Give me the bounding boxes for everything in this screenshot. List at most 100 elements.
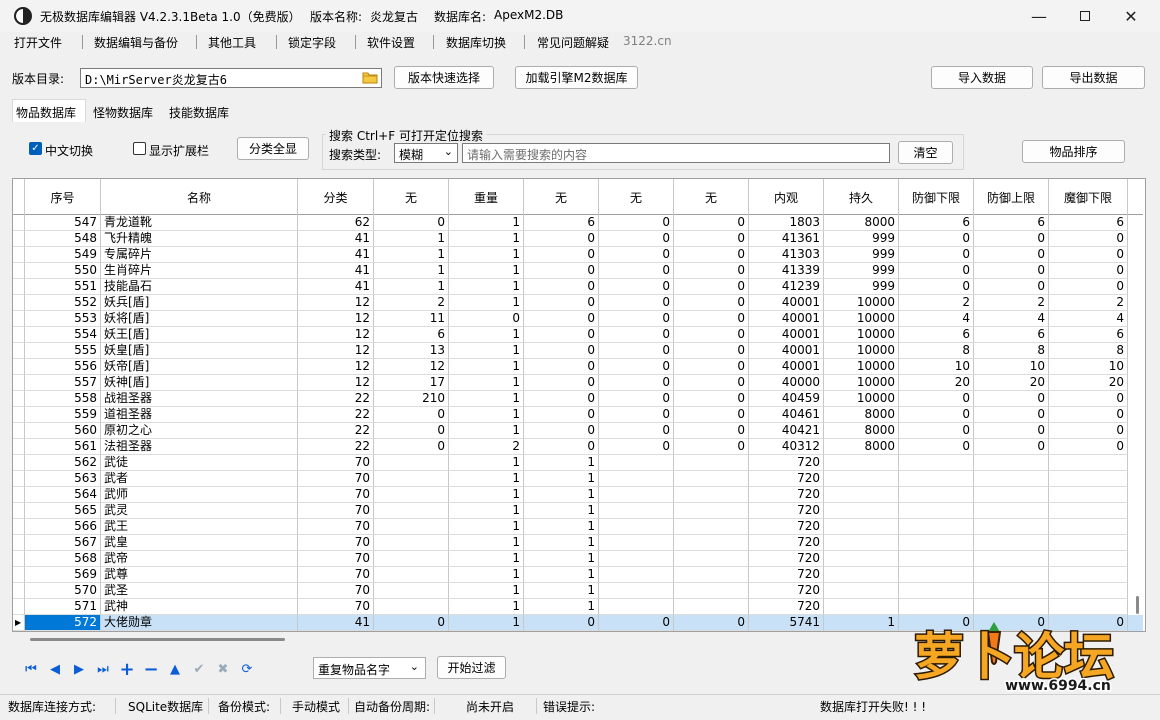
table-cell[interactable]: 70	[298, 551, 374, 567]
close-button[interactable]: ✕	[1108, 0, 1154, 32]
table-cell[interactable]: 0	[674, 375, 749, 391]
table-cell[interactable]: 568	[25, 551, 101, 567]
table-cell[interactable]: 6	[1049, 327, 1128, 343]
table-cell[interactable]: 567	[25, 535, 101, 551]
table-cell[interactable]	[974, 535, 1049, 551]
table-cell[interactable]: 564	[25, 487, 101, 503]
table-cell[interactable]	[899, 599, 974, 615]
table-row[interactable]: 567 武皇 70 1 1 720	[13, 535, 1143, 551]
table-cell[interactable]: 0	[524, 615, 599, 631]
table-cell[interactable]: 999	[824, 279, 899, 295]
menu-lock-fields[interactable]: 锁定字段	[288, 34, 336, 51]
table-cell[interactable]: 0	[599, 247, 674, 263]
table-cell[interactable]: 1	[524, 535, 599, 551]
table-cell[interactable]: 571	[25, 599, 101, 615]
table-cell[interactable]	[1049, 519, 1128, 535]
table-cell[interactable]: 8	[974, 343, 1049, 359]
table-cell[interactable]: 0	[524, 247, 599, 263]
table-cell[interactable]: 1	[524, 455, 599, 471]
table-cell[interactable]: 6	[524, 215, 599, 231]
table-cell[interactable]: 0	[1049, 263, 1128, 279]
table-cell[interactable]: 1	[449, 327, 524, 343]
table-cell[interactable]: 22	[298, 439, 374, 455]
table-cell[interactable]	[674, 583, 749, 599]
nav-first-icon[interactable]: ⏮	[22, 660, 40, 678]
table-cell[interactable]: 2	[899, 295, 974, 311]
table-cell[interactable]	[374, 551, 449, 567]
menu-faq[interactable]: 常见问题解疑	[537, 34, 609, 51]
show-ext-checkbox[interactable]	[133, 142, 146, 155]
horizontal-scrollbar-thumb[interactable]	[30, 638, 285, 641]
table-cell[interactable]: 武灵	[101, 503, 298, 519]
table-cell[interactable]: 22	[298, 391, 374, 407]
table-row[interactable]: 560 原初之心 22 0 1 0 0 0 40421 8000 0 0 0	[13, 423, 1143, 439]
table-cell[interactable]: 10000	[824, 375, 899, 391]
table-cell[interactable]: 0	[524, 295, 599, 311]
table-cell[interactable]	[374, 567, 449, 583]
nav-cancel-icon[interactable]: ✖	[214, 660, 232, 678]
table-cell[interactable]: 1	[449, 263, 524, 279]
duplicate-filter-select[interactable]: 重复物品名字 ⌄	[313, 657, 426, 679]
table-cell[interactable]	[1049, 583, 1128, 599]
table-cell[interactable]: 10	[974, 359, 1049, 375]
table-cell[interactable]: 0	[599, 375, 674, 391]
table-row[interactable]: 564 武师 70 1 1 720	[13, 487, 1143, 503]
column-header[interactable]: 持久	[824, 179, 899, 215]
load-engine-button[interactable]: 加载引擎M2数据库	[515, 66, 638, 89]
menu-site-link[interactable]: 3122.cn	[623, 34, 672, 48]
table-cell[interactable]: 0	[524, 375, 599, 391]
table-cell[interactable]: 1	[449, 615, 524, 631]
table-cell[interactable]: 720	[749, 599, 824, 615]
table-cell[interactable]: 武师	[101, 487, 298, 503]
export-button[interactable]: 导出数据	[1042, 66, 1145, 89]
table-cell[interactable]: 41239	[749, 279, 824, 295]
table-cell[interactable]: 1	[449, 247, 524, 263]
table-cell[interactable]: 40001	[749, 327, 824, 343]
table-cell[interactable]	[1049, 551, 1128, 567]
table-cell[interactable]: 1	[524, 519, 599, 535]
table-cell[interactable]: 12	[298, 359, 374, 375]
table-cell[interactable]: 0	[674, 343, 749, 359]
table-cell[interactable]: 6	[974, 327, 1049, 343]
table-cell[interactable]	[974, 583, 1049, 599]
table-cell[interactable]: 569	[25, 567, 101, 583]
table-cell[interactable]: 0	[524, 391, 599, 407]
table-cell[interactable]: 6	[374, 327, 449, 343]
table-cell[interactable]	[599, 471, 674, 487]
table-cell[interactable]: 70	[298, 519, 374, 535]
table-cell[interactable]	[1049, 503, 1128, 519]
table-cell[interactable]	[974, 471, 1049, 487]
table-cell[interactable]: 558	[25, 391, 101, 407]
table-cell[interactable]: 1	[449, 535, 524, 551]
table-cell[interactable]	[824, 551, 899, 567]
table-cell[interactable]: 0	[1049, 423, 1128, 439]
table-cell[interactable]: 1	[449, 359, 524, 375]
table-cell[interactable]: 41	[298, 279, 374, 295]
tab-skills[interactable]: 技能数据库	[166, 100, 242, 122]
table-cell[interactable]	[674, 519, 749, 535]
table-cell[interactable]	[824, 583, 899, 599]
table-cell[interactable]: 0	[899, 423, 974, 439]
table-cell[interactable]	[1049, 535, 1128, 551]
table-cell[interactable]	[599, 455, 674, 471]
table-cell[interactable]: 0	[974, 247, 1049, 263]
table-cell[interactable]: 1	[524, 487, 599, 503]
table-cell[interactable]: 556	[25, 359, 101, 375]
table-cell[interactable]: 0	[1049, 439, 1128, 455]
table-cell[interactable]	[899, 455, 974, 471]
menu-open-file[interactable]: 打开文件	[14, 34, 62, 51]
table-row[interactable]: 554 妖王[盾] 12 6 1 0 0 0 40001 10000 6 6 6	[13, 327, 1143, 343]
table-cell[interactable]	[599, 535, 674, 551]
table-cell[interactable]: 12	[298, 375, 374, 391]
table-row[interactable]: 569 武尊 70 1 1 720	[13, 567, 1143, 583]
table-cell[interactable]: 70	[298, 487, 374, 503]
table-cell[interactable]: 1	[449, 407, 524, 423]
cn-switch-checkbox[interactable]: ✓	[29, 142, 42, 155]
table-cell[interactable]: 0	[674, 359, 749, 375]
table-cell[interactable]	[599, 503, 674, 519]
table-cell[interactable]: 562	[25, 455, 101, 471]
table-cell[interactable]: 妖皇[盾]	[101, 343, 298, 359]
table-cell[interactable]	[899, 551, 974, 567]
table-cell[interactable]: 1	[449, 471, 524, 487]
table-cell[interactable]: 0	[899, 439, 974, 455]
